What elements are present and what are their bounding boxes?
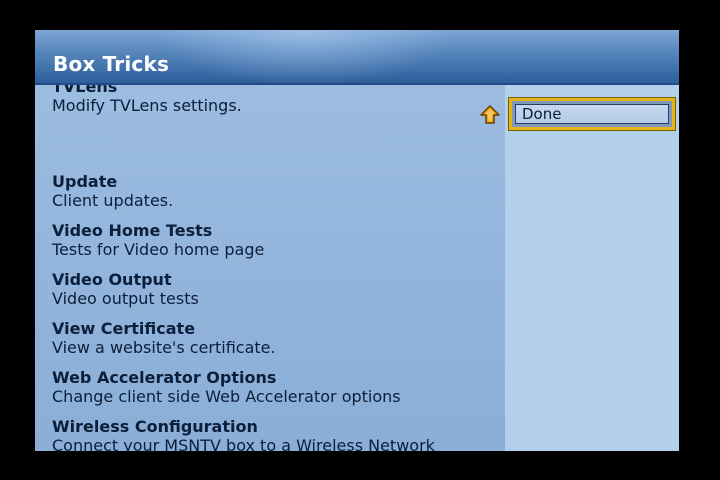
menu-item-update[interactable]: Update Client updates. xyxy=(52,172,502,210)
page-title: Box Tricks xyxy=(53,52,170,76)
menu-item-title: Video Output xyxy=(52,270,172,289)
menu-item-web-accelerator-options[interactable]: Web Accelerator Options Change client si… xyxy=(52,368,502,406)
done-button-label: Done xyxy=(515,104,669,124)
menu-item-description: Change client side Web Accelerator optio… xyxy=(52,387,401,406)
menu-item-title: Wireless Configuration xyxy=(52,417,258,436)
menu-item-tvlens[interactable]: TVLens Modify TVLens settings. xyxy=(52,85,502,115)
menu-item-description: Video output tests xyxy=(52,289,199,308)
menu-item-video-home-tests[interactable]: Video Home Tests Tests for Video home pa… xyxy=(52,221,502,259)
page-header: Box Tricks xyxy=(35,30,679,85)
up-arrow-icon[interactable] xyxy=(479,104,501,126)
menu-item-description: Connect your MSNTV box to a Wireless Net… xyxy=(52,436,435,451)
menu-item-title: Update xyxy=(52,172,118,191)
box-tricks-panel: Box Tricks TVLens Modify TVLens settings… xyxy=(35,30,679,451)
menu-item-video-output[interactable]: Video Output Video output tests xyxy=(52,270,502,308)
done-button[interactable]: Done xyxy=(508,97,676,131)
side-bar xyxy=(505,85,679,451)
menu-item-description: Client updates. xyxy=(52,191,174,210)
menu-list-area: TVLens Modify TVLens settings. Update Cl… xyxy=(35,85,505,451)
menu-item-description: Tests for Video home page xyxy=(52,240,265,259)
menu-item-title: View Certificate xyxy=(52,319,196,338)
menu-item-title: TVLens xyxy=(52,85,118,96)
menu-item-view-certificate[interactable]: View Certificate View a website's certif… xyxy=(52,319,502,357)
menu-item-wireless-configuration[interactable]: Wireless Configuration Connect your MSNT… xyxy=(52,417,502,451)
menu-item-description: View a website's certificate. xyxy=(52,338,276,357)
header-glow xyxy=(155,30,455,85)
menu-item-description: Modify TVLens settings. xyxy=(52,96,242,115)
tv-screen: Box Tricks TVLens Modify TVLens settings… xyxy=(0,0,720,480)
menu-item-title: Web Accelerator Options xyxy=(52,368,277,387)
menu-item-title: Video Home Tests xyxy=(52,221,213,240)
